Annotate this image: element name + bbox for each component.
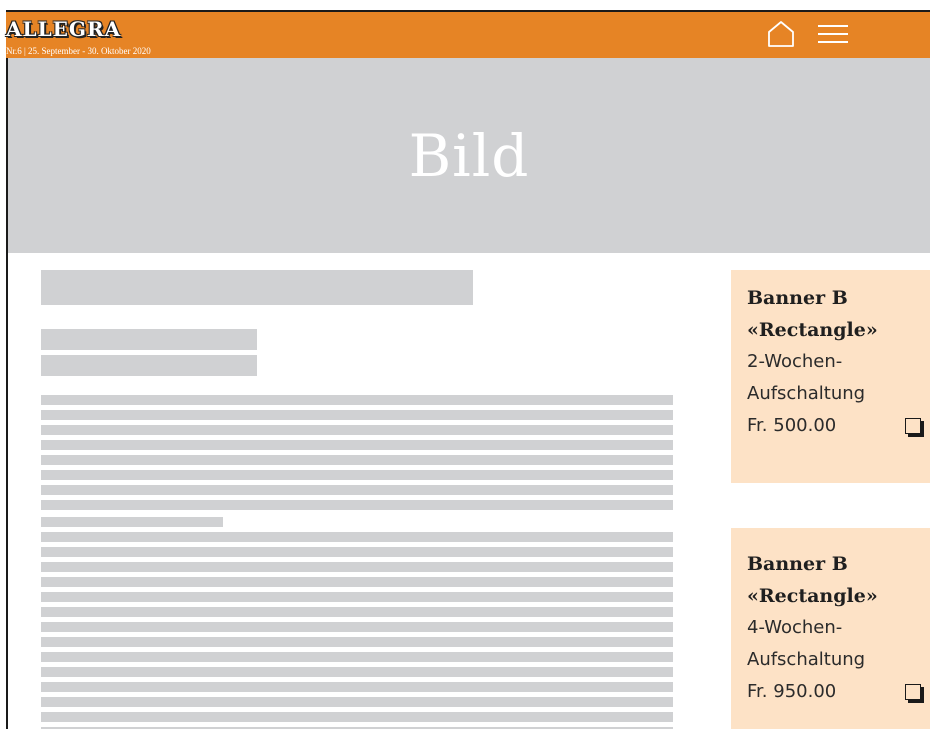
- ad-price: Fr. 500.00: [747, 415, 837, 436]
- ad-option-4-weeks[interactable]: Banner B «Rectangle» 4-Wochen-Aufschaltu…: [731, 528, 930, 729]
- text-line-placeholder: [41, 637, 673, 647]
- text-line-placeholder: [41, 697, 673, 707]
- text-line-placeholder: [41, 712, 673, 722]
- home-button[interactable]: [766, 19, 796, 49]
- ad-duration: 2-Wochen-Aufschaltung: [747, 351, 866, 404]
- home-icon: [768, 21, 794, 47]
- text-line-placeholder: [41, 592, 673, 602]
- ad-option-2-weeks[interactable]: Banner B «Rectangle» 2-Wochen-Aufschaltu…: [731, 270, 930, 483]
- text-line-placeholder: [41, 485, 673, 495]
- text-line-placeholder: [41, 622, 673, 632]
- text-line-placeholder: [41, 410, 673, 420]
- text-line-placeholder: [41, 455, 673, 465]
- text-line-placeholder: [41, 667, 673, 677]
- menu-button[interactable]: [818, 22, 854, 48]
- top-bar: ALLEGRA Nr.6 | 25. September - 30. Oktob…: [6, 10, 930, 58]
- text-line-placeholder: [41, 500, 673, 510]
- ad-title: Banner B «Rectangle»: [747, 287, 878, 341]
- text-line-placeholder: [41, 517, 223, 527]
- text-line-placeholder: [41, 470, 673, 480]
- ad-price: Fr. 950.00: [747, 681, 837, 702]
- text-line-placeholder: [41, 547, 673, 557]
- hamburger-menu-icon: [818, 25, 848, 43]
- text-line-placeholder: [41, 682, 673, 692]
- text-line-placeholder: [41, 532, 673, 542]
- hero-image-placeholder: Bild: [8, 58, 930, 253]
- text-line-placeholder: [41, 607, 673, 617]
- text-line-placeholder: [41, 440, 673, 450]
- text-line-placeholder: [41, 395, 673, 405]
- lead-placeholder: [41, 355, 257, 376]
- ad-checkbox[interactable]: [905, 418, 921, 434]
- text-line-placeholder: [41, 577, 673, 587]
- ad-checkbox[interactable]: [905, 684, 921, 700]
- text-line-placeholder: [41, 425, 673, 435]
- lead-placeholder: [41, 329, 257, 350]
- headline-placeholder: [41, 270, 473, 305]
- hero-label: Bild: [408, 122, 530, 190]
- brand-logo[interactable]: ALLEGRA: [6, 17, 121, 41]
- text-line-placeholder: [41, 652, 673, 662]
- ad-duration: 4-Wochen-Aufschaltung: [747, 617, 866, 670]
- ad-title: Banner B «Rectangle»: [747, 553, 878, 607]
- issue-label: Nr.6 | 25. September - 30. Oktober 2020: [6, 46, 151, 56]
- text-line-placeholder: [41, 562, 673, 572]
